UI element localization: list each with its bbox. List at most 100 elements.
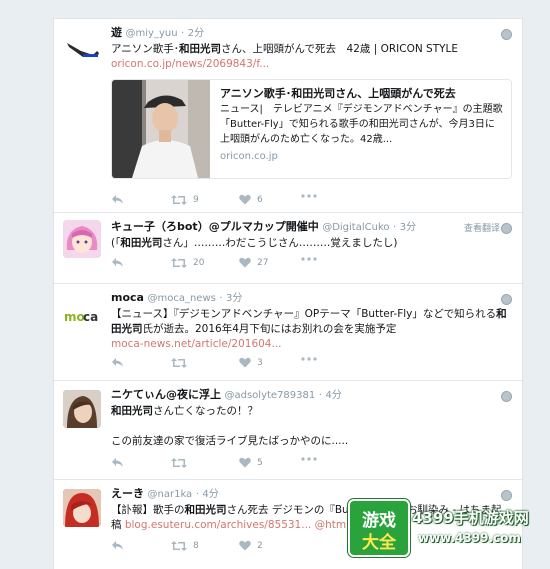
like-count: 5 <box>257 457 263 468</box>
retweet-icon <box>171 458 187 468</box>
globe-icon <box>501 294 512 305</box>
heart-icon <box>239 194 251 205</box>
card-thumbnail <box>112 80 210 178</box>
retweet-count: 8 <box>193 541 199 551</box>
tweet-link[interactable]: oricon.co.jp/news/2069843/f... <box>111 58 269 70</box>
retweet-icon <box>171 258 187 268</box>
retweet-icon <box>171 541 187 551</box>
timestamp[interactable]: 3分 <box>400 222 416 233</box>
reply-icon <box>112 458 123 467</box>
like-count: 6 <box>257 194 263 205</box>
avatar[interactable] <box>63 390 101 428</box>
tweet[interactable]: 遊 @miy_yuu · 2分 アニソン歌手･和田光司さん、上咽頭がんで死去 4… <box>54 19 522 213</box>
heart-icon <box>239 457 251 468</box>
avatar[interactable] <box>63 220 101 258</box>
user-handle[interactable]: @miy_yuu <box>126 28 178 39</box>
reply-button[interactable] <box>111 457 125 469</box>
tweet-actions: 3 <box>111 357 371 371</box>
reply-icon <box>112 195 123 204</box>
tweet-text: 和田光司さん亡くなったの！？ この前友達の家で復活ライブ見たばっかやのに....… <box>111 405 349 447</box>
display-name[interactable]: 遊 <box>111 26 122 39</box>
link-card[interactable]: アニソン歌手･和田光司さん、上咽頭がんで死去 ニュース| テレビアニメ『デジモン… <box>111 79 512 179</box>
avatar[interactable] <box>63 31 101 69</box>
display-name[interactable]: えーき <box>111 487 144 500</box>
user-handle[interactable]: @DigitalCuko <box>322 222 389 233</box>
timestamp[interactable]: 3分 <box>226 293 242 304</box>
tweet-actions: 8 2 <box>111 540 371 554</box>
like-count: 27 <box>257 257 269 268</box>
tweet-link[interactable]: blog.esuteru.com/archives/85531... <box>125 519 311 531</box>
heart-icon <box>239 257 251 268</box>
user-handle[interactable]: @moca_news <box>147 293 215 304</box>
more-button[interactable] <box>301 194 317 198</box>
more-button[interactable] <box>301 457 317 461</box>
card-domain: oricon.co.jp <box>220 151 278 162</box>
more-button[interactable] <box>301 257 317 261</box>
user-handle[interactable]: @adsolyte789381 <box>225 390 316 401</box>
like-button[interactable]: 2 <box>239 540 263 551</box>
tweet-actions: 5 <box>111 457 371 471</box>
tweet-header: ニケてぃん@夜に浮上 @adsolyte789381 · 4分 <box>111 388 342 401</box>
tweet[interactable]: キュー子（ろbot）@プルマカップ開催中 @DigitalCuko · 3分 (… <box>54 213 522 284</box>
reply-button[interactable] <box>111 540 125 552</box>
retweet-icon <box>171 358 187 368</box>
retweet-count: 20 <box>193 258 205 268</box>
like-button[interactable]: 6 <box>239 194 263 205</box>
tweet-actions: 9 6 <box>111 194 371 208</box>
tweet-text: (「和田光司さん」………わだこうじさん………覚えましたし) <box>111 237 398 249</box>
like-button[interactable]: 27 <box>239 257 268 268</box>
more-icon <box>301 257 317 261</box>
globe-icon <box>501 391 512 402</box>
timestamp[interactable]: 2分 <box>188 28 204 39</box>
tweet-header: キュー子（ろbot）@プルマカップ開催中 @DigitalCuko · 3分 <box>111 220 417 233</box>
tweet-header: 遊 @miy_yuu · 2分 <box>111 26 205 39</box>
retweet-button[interactable]: 8 <box>171 540 199 552</box>
reply-button[interactable] <box>111 257 125 269</box>
tweet[interactable]: mo ca moca @moca_news · 3分 【ニュース】『デジモンアド… <box>54 284 522 381</box>
heart-icon <box>239 540 251 551</box>
like-count: 3 <box>257 357 263 368</box>
display-name[interactable]: キュー子（ろbot）@プルマカップ開催中 <box>111 220 319 233</box>
reply-button[interactable] <box>111 194 125 206</box>
reply-icon <box>112 541 123 550</box>
timestamp[interactable]: 4分 <box>202 489 218 500</box>
svg-text:mo: mo <box>64 310 85 324</box>
retweet-button[interactable] <box>171 357 193 369</box>
reply-icon <box>112 358 123 367</box>
translate-link[interactable]: 查看翻译 <box>464 221 500 234</box>
display-name[interactable]: moca <box>111 291 144 304</box>
watermark-site-name: 4399手机游戏网 <box>412 509 529 527</box>
like-button[interactable]: 3 <box>239 357 263 368</box>
tweet[interactable]: ニケてぃん@夜に浮上 @adsolyte789381 · 4分 和田光司さん亡く… <box>54 381 522 480</box>
globe-icon <box>501 29 512 40</box>
retweet-icon <box>171 195 187 205</box>
tweet-text: アニソン歌手･和田光司さん、上咽頭がんで死去 42歳 | ORICON STYL… <box>111 43 459 70</box>
reply-button[interactable] <box>111 357 125 369</box>
like-button[interactable]: 5 <box>239 457 263 468</box>
more-icon <box>301 457 317 461</box>
avatar[interactable]: mo ca <box>63 296 101 334</box>
card-description: ニュース| テレビアニメ『デジモンアドベンチャー』の主題歌「Butter-Fly… <box>220 104 503 145</box>
more-icon <box>301 357 317 361</box>
user-handle[interactable]: @nar1ka <box>148 489 193 500</box>
tweet-text: 【ニュース】『デジモンアドベンチャー』OPテーマ「Butter-Fly」などで知… <box>111 308 507 350</box>
retweet-button[interactable]: 9 <box>171 194 199 206</box>
retweet-button[interactable]: 20 <box>171 257 204 269</box>
tweet-feed: 遊 @miy_yuu · 2分 アニソン歌手･和田光司さん、上咽頭がんで死去 4… <box>53 18 523 569</box>
tweet-link[interactable]: moca-news.net/article/201604... <box>111 338 282 350</box>
more-button[interactable] <box>301 357 317 361</box>
reply-icon <box>112 258 123 267</box>
display-name[interactable]: ニケてぃん@夜に浮上 <box>111 388 221 401</box>
avatar[interactable] <box>63 489 101 527</box>
svg-text:ca: ca <box>83 310 98 324</box>
watermark-url: www.4399.com <box>418 531 521 545</box>
site-watermark: 游戏 大全 4399手机游戏网 www.4399.com <box>346 495 550 557</box>
tweet-header: moca @moca_news · 3分 <box>111 291 243 304</box>
like-count: 2 <box>257 540 263 551</box>
heart-icon <box>239 357 251 368</box>
retweet-button[interactable] <box>171 457 193 469</box>
more-icon <box>301 194 317 198</box>
card-title: アニソン歌手･和田光司さん、上咽頭がんで死去 <box>220 87 456 100</box>
globe-icon <box>501 223 512 234</box>
timestamp[interactable]: 4分 <box>325 390 341 401</box>
